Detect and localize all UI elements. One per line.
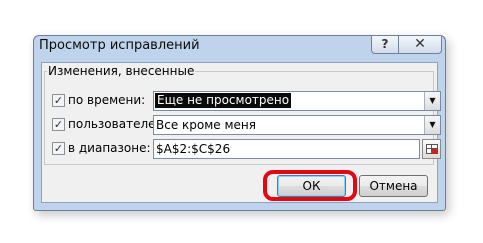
- time-checkbox[interactable]: ✓: [52, 94, 65, 107]
- changes-group-legend: Изменения, внесенные: [47, 64, 196, 78]
- user-select-value: Все кроме меня: [156, 118, 256, 132]
- time-filter-row: ✓ по времени: Еще не просмотрено ▼: [52, 91, 442, 111]
- range-input-value: $A$2:$C$26: [156, 142, 231, 156]
- user-filter-row: ✓ пользователем: Все кроме меня ▼: [52, 115, 442, 135]
- ok-button-highlight: [263, 170, 357, 201]
- help-button[interactable]: ?: [371, 36, 399, 54]
- time-select-value: Еще не просмотрено: [155, 93, 292, 108]
- chevron-down-icon[interactable]: ▼: [424, 92, 440, 110]
- cancel-button[interactable]: Отмена: [359, 175, 428, 197]
- range-select-marker-icon: [432, 149, 437, 154]
- time-select[interactable]: Еще не просмотрено ▼: [153, 91, 441, 111]
- user-select[interactable]: Все кроме меня ▼: [153, 115, 441, 135]
- user-checkbox[interactable]: ✓: [52, 118, 65, 131]
- range-input[interactable]: $A$2:$C$26: [153, 139, 420, 159]
- range-filter-row: ✓ в диапазоне: $A$2:$C$26: [52, 139, 442, 159]
- time-label: по времени:: [68, 93, 146, 107]
- range-label: в диапазоне:: [68, 141, 151, 155]
- dialog-title: Просмотр исправлений: [39, 38, 200, 53]
- range-picker-button[interactable]: [422, 139, 441, 159]
- chevron-down-icon[interactable]: ▼: [424, 116, 440, 134]
- dialog-body: Изменения, внесенные ✓ по времени: Еще н…: [41, 62, 441, 203]
- range-checkbox[interactable]: ✓: [52, 142, 65, 155]
- close-button[interactable]: ✕: [398, 36, 442, 54]
- revision-view-dialog: Просмотр исправлений ? ✕ Изменения, внес…: [33, 35, 446, 211]
